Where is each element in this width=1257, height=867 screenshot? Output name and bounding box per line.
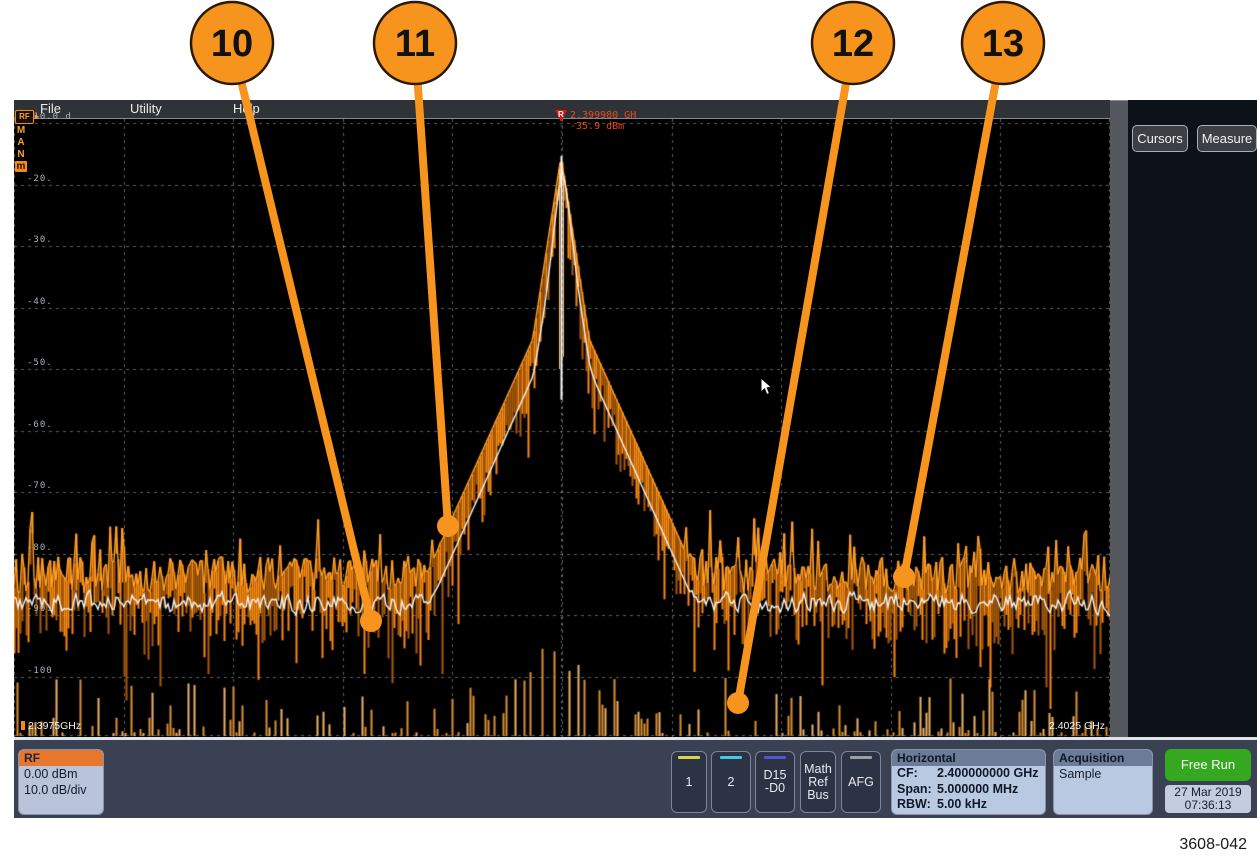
- y-axis-label: -100: [27, 666, 53, 676]
- reference-marker-readout: 2.399980 GH-35.9 dBm: [570, 110, 636, 132]
- channel-color-line: [764, 756, 786, 759]
- channel-button-label: Math: [804, 763, 832, 776]
- horizontal-rbw-row: RBW:5.00 kHz: [892, 797, 1045, 813]
- callout-number: 12: [832, 23, 874, 65]
- callout-number: 10: [211, 23, 253, 65]
- horizontal-title: Horizontal: [892, 750, 1045, 766]
- callout-circle: [191, 2, 273, 84]
- callout-circle: [374, 2, 456, 84]
- menu-item-utility[interactable]: Utility: [130, 100, 162, 118]
- acquisition-mode: Sample: [1054, 766, 1152, 782]
- acquisition-title: Acquisition: [1054, 750, 1152, 766]
- start-frequency-label: 2.3975GHz: [21, 720, 81, 732]
- reference-marker-flag: R: [558, 110, 564, 119]
- rf-scale: 10.0 dB/div: [19, 782, 103, 798]
- rf-trace-indicator: RF ► MANm: [15, 110, 37, 172]
- trace-mode-letters: MANm: [15, 125, 37, 172]
- stop-frequency-label: 2.4025 GHz: [1049, 720, 1105, 732]
- channel-button-1[interactable]: 1: [671, 751, 707, 813]
- measure-button[interactable]: Measure: [1197, 125, 1257, 152]
- callout-number: 11: [395, 23, 435, 65]
- trace-mode-letter: N: [15, 149, 27, 160]
- rf-arrow-icon: ►: [33, 112, 41, 121]
- channel-button-mathrefbus[interactable]: MathRefBus: [800, 751, 836, 813]
- channel-button-label: 2: [728, 776, 735, 789]
- bottom-bar: RF 0.00 dBm 10.0 dB/div 12D15-D0MathRefB…: [14, 737, 1257, 818]
- y-axis-label: -20.: [27, 174, 53, 184]
- callout-number: 13: [982, 23, 1024, 65]
- figure-number: 3608-042: [1179, 836, 1247, 854]
- channel-color-line: [850, 756, 872, 759]
- horizontal-cf-row: CF:2.400000000 GHz: [892, 766, 1045, 782]
- datetime-panel: 27 Mar 201907:36:13: [1165, 785, 1251, 813]
- rf-ref-level: 0.00 dBm: [19, 766, 103, 782]
- channel-button-label: Ref: [808, 776, 827, 789]
- y-axis-label: -90.: [27, 604, 53, 614]
- y-axis-label: -70.: [27, 481, 53, 491]
- channel-button-afg[interactable]: AFG: [841, 751, 881, 813]
- channel-color-line: [720, 756, 742, 759]
- channel-button-label: AFG: [848, 776, 874, 789]
- oscilloscope-screen: File Utility Help -10.0 d-20.-30.-40.-50…: [14, 100, 1257, 818]
- spectrum-plot: -10.0 d-20.-30.-40.-50.-60.-70.-80.-90.-…: [14, 118, 1110, 738]
- horizontal-panel[interactable]: Horizontal CF:2.400000000 GHz Span:5.000…: [891, 749, 1046, 815]
- rf-badge-title: RF: [19, 750, 103, 766]
- callout-circle: [962, 2, 1044, 84]
- y-axis-label: -40.: [27, 297, 53, 307]
- rf-channel-badge[interactable]: RF 0.00 dBm 10.0 dB/div: [18, 749, 104, 815]
- run-status-indicator[interactable]: Free Run: [1165, 749, 1251, 781]
- menu-item-help[interactable]: Help: [233, 100, 260, 118]
- y-axis-label: -80.: [27, 543, 53, 553]
- callout-circle: [812, 2, 894, 84]
- mouse-cursor-icon: [760, 377, 774, 397]
- trace-mode-letter: m: [15, 161, 27, 172]
- divider-strip: [1110, 100, 1128, 737]
- channel-color-line: [678, 756, 700, 759]
- spectrum-canvas: [14, 119, 1110, 738]
- rf-indicator-label: RF: [15, 110, 34, 124]
- page: File Utility Help -10.0 d-20.-30.-40.-50…: [0, 0, 1257, 867]
- channel-button-d15-d0[interactable]: D15-D0: [755, 751, 795, 813]
- y-axis-label: -60.: [27, 420, 53, 430]
- channel-button-2[interactable]: 2: [711, 751, 751, 813]
- y-axis-label: -50.: [27, 358, 53, 368]
- channel-button-label: Bus: [807, 789, 829, 802]
- y-axis-label: -30.: [27, 235, 53, 245]
- channel-button-label: -D0: [765, 782, 785, 795]
- trace-color-tick-icon: [21, 721, 25, 730]
- side-panel: Cursors Measure: [1128, 100, 1257, 740]
- cursors-button[interactable]: Cursors: [1132, 125, 1188, 152]
- trace-mode-letter: M: [15, 125, 27, 136]
- horizontal-span-row: Span:5.000000 MHz: [892, 782, 1045, 798]
- trace-mode-letter: A: [15, 137, 27, 148]
- acquisition-panel[interactable]: Acquisition Sample: [1053, 749, 1153, 815]
- channel-button-label: 1: [686, 776, 693, 789]
